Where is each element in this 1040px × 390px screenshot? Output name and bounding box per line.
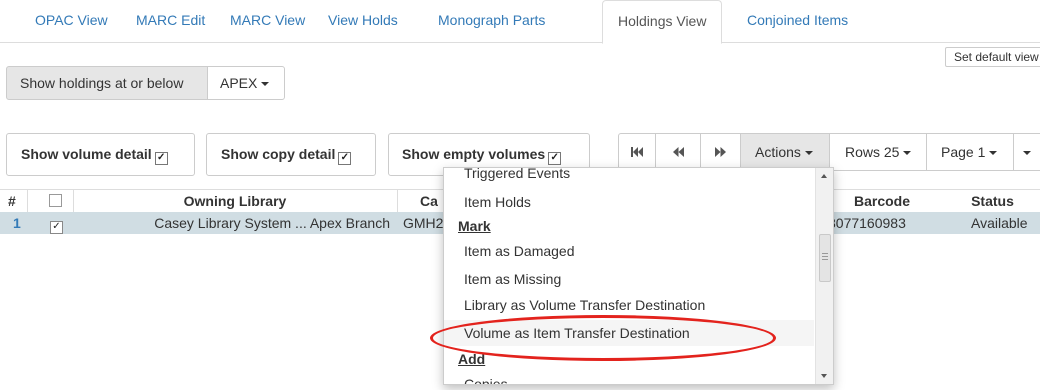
chevron-down-icon [261, 82, 270, 87]
tab-bar: OPAC View MARC Edit MARC View View Holds… [0, 0, 1040, 44]
column-header-barcode[interactable]: Barcode [832, 190, 932, 212]
checkbox-checked-icon[interactable]: ✓ [338, 152, 352, 165]
column-divider [397, 190, 398, 212]
row-checkbox[interactable]: ✓ [50, 212, 63, 234]
menu-scrollbar[interactable] [815, 168, 833, 384]
show-volume-detail-toggle[interactable]: Show volume detail ✓ [6, 133, 195, 176]
show-copy-detail-toggle[interactable]: Show copy detail ✓ [206, 133, 376, 176]
show-empty-volumes-label: Show empty volumes [402, 146, 546, 162]
actions-label: Actions [755, 144, 801, 160]
checkbox-checked-icon[interactable]: ✓ [154, 152, 168, 165]
barcode-cell: 8077160983 [828, 215, 906, 231]
row-number: 1 [13, 215, 21, 231]
chevron-down-icon [903, 151, 912, 156]
menu-item-triggered-events[interactable]: Triggered Events [444, 168, 814, 183]
select-all-checkbox[interactable] [49, 190, 62, 212]
tab-marc-view[interactable]: MARC View [215, 0, 320, 41]
scrollbar-thumb[interactable] [819, 234, 831, 282]
menu-header-add: Add [458, 351, 486, 367]
org-unit-value: APEX [220, 75, 258, 91]
tab-view-holds[interactable]: View Holds [313, 0, 413, 41]
chevron-down-icon [804, 151, 813, 156]
column-header-owning-library[interactable]: Owning Library [74, 190, 396, 212]
org-unit-selector[interactable]: APEX [207, 66, 285, 100]
set-default-view-button[interactable]: Set default view [945, 47, 1040, 67]
menu-item-copies[interactable]: Copies [444, 371, 814, 384]
menu-item-item-as-missing[interactable]: Item as Missing [444, 266, 814, 292]
page-select[interactable]: Page 1 [926, 133, 1014, 171]
actions-dropdown-menu: Triggered Events Item Holds Mark Item as… [443, 167, 834, 385]
scroll-up-arrow-icon[interactable] [821, 174, 827, 178]
column-divider [27, 190, 28, 212]
menu-item-item-as-damaged[interactable]: Item as Damaged [444, 238, 814, 264]
show-volume-detail-label: Show volume detail [21, 146, 152, 162]
tab-conjoined-items[interactable]: Conjoined Items [732, 0, 863, 41]
rows-per-page-select[interactable]: Rows 25 [829, 133, 927, 171]
menu-item-library-as-volume-transfer-destination[interactable]: Library as Volume Transfer Destination [444, 292, 814, 318]
page-label: Page 1 [941, 144, 986, 160]
show-holdings-label: Show holdings at or below [6, 66, 208, 100]
call-number-cell: GMH2 [403, 215, 443, 231]
next-icon[interactable] [700, 133, 741, 171]
menu-item-item-holds[interactable]: Item Holds [444, 189, 814, 215]
tab-holdings-view[interactable]: Holdings View [602, 0, 723, 44]
tab-marc-edit[interactable]: MARC Edit [121, 0, 220, 41]
tab-monograph-parts[interactable]: Monograph Parts [423, 0, 560, 41]
skip-first-icon[interactable] [618, 133, 656, 171]
show-copy-detail-label: Show copy detail [221, 146, 336, 162]
tab-opac-view[interactable]: OPAC View [20, 0, 123, 41]
menu-header-mark: Mark [458, 218, 491, 234]
menu-item-volume-as-item-transfer-destination[interactable]: Volume as Item Transfer Destination [444, 320, 814, 346]
status-cell: Available [971, 215, 1028, 231]
column-options-button[interactable] [1013, 133, 1040, 171]
column-header-status[interactable]: Status [945, 190, 1040, 212]
chevron-down-icon [1023, 151, 1031, 156]
chevron-down-icon [989, 151, 998, 156]
column-header-number[interactable]: # [8, 190, 22, 212]
checkbox-checked-icon[interactable]: ✓ [548, 152, 562, 165]
rows-label: Rows 25 [845, 144, 900, 160]
owning-library-cell: Casey Library System ... Apex Branch [154, 215, 390, 231]
actions-button[interactable]: Actions [740, 133, 830, 171]
scroll-down-arrow-icon[interactable] [821, 374, 827, 378]
previous-icon[interactable] [655, 133, 701, 171]
